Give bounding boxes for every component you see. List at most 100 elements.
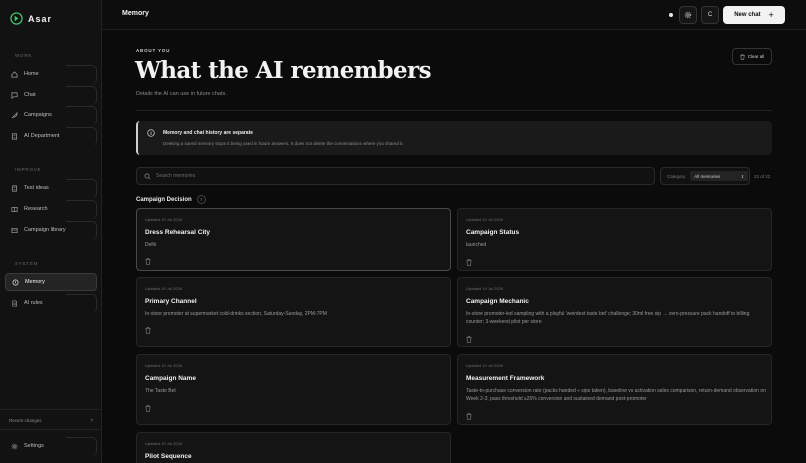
sidebar-item-label: Campaign library <box>24 227 66 233</box>
notice-title: Memory and chat history are separate <box>163 130 254 136</box>
main-content: ABOUT YOU What the AI remembers Details … <box>102 30 806 463</box>
gear-icon <box>684 11 692 19</box>
memory-card[interactable]: Updated 19 Jul 2026 Campaign Mechanic In… <box>457 277 772 347</box>
sidebar-item-research[interactable]: Research <box>5 200 97 219</box>
sidebar-item-label: Research <box>24 206 48 212</box>
card-title: Primary Channel <box>145 298 197 305</box>
sidebar-item-label: AI Department <box>24 133 60 139</box>
search-input[interactable] <box>156 173 636 179</box>
sidebar-item-memory[interactable]: Memory <box>5 273 97 291</box>
sidebar-item-label: Test ideas <box>24 185 49 191</box>
card-value: Taste-to-purchase conversion rate (packs… <box>466 388 766 402</box>
group-title: Campaign Decision <box>136 196 192 203</box>
card-title: Campaign Name <box>145 375 196 382</box>
eyebrow: ABOUT YOU <box>136 48 171 53</box>
card-value: The Taste Bet <box>145 388 176 394</box>
clear-all-button[interactable]: Clear all <box>732 48 772 65</box>
group-header: Campaign Decision 7 <box>136 195 206 204</box>
trash-icon[interactable] <box>145 258 151 265</box>
sidebar-item-settings[interactable]: Settings <box>5 437 97 456</box>
brand-name: Asar <box>28 13 53 24</box>
category-filter[interactable]: Category All memories ⇕ <box>660 167 750 185</box>
sidebar-item-home[interactable]: Home <box>5 65 97 84</box>
new-chat-button[interactable]: New chat + <box>723 6 785 24</box>
recent-changes-count: 7 <box>90 418 93 423</box>
gear-icon <box>11 443 18 449</box>
category-label: Category <box>667 173 686 179</box>
rocket-icon <box>11 111 18 118</box>
flask-icon <box>11 185 18 191</box>
card-date: Updated 19 Jul 2026 <box>466 286 503 291</box>
result-count: 22 of 22 <box>754 174 771 179</box>
sidebar-item-ai-rules[interactable]: AI rules <box>5 294 97 313</box>
sidebar-divider <box>0 429 102 430</box>
memory-card[interactable]: Updated 19 Jul 2026 Primary Channel In-s… <box>136 277 451 347</box>
top-bar: Memory C New chat + <box>102 0 806 30</box>
card-value: launched <box>466 242 487 248</box>
card-title: Campaign Status <box>466 229 520 236</box>
search-icon <box>144 173 151 179</box>
profile-initial: C <box>707 12 713 18</box>
page-title: What the AI remembers <box>135 57 432 84</box>
recent-changes-label: Recent changes <box>9 418 42 423</box>
trash-icon[interactable] <box>466 259 472 266</box>
recent-changes[interactable]: Recent changes 7 <box>9 418 93 423</box>
brand[interactable]: Asar <box>10 12 52 25</box>
card-date: Updated 19 Jul 2026 <box>145 286 182 291</box>
plus-icon: + <box>768 10 774 20</box>
category-select[interactable]: All memories ⇕ <box>690 171 749 181</box>
home-icon <box>11 70 18 77</box>
trash-icon[interactable] <box>466 336 472 343</box>
sidebar-divider <box>0 409 102 410</box>
chevron-updown-icon: ⇕ <box>740 173 745 179</box>
trash-icon[interactable] <box>145 405 151 412</box>
memory-card[interactable]: Updated 19 Jul 2026 Dress Rehearsal City… <box>136 208 451 271</box>
memory-card[interactable]: Updated 19 Jul 2026 Pilot Sequence <box>136 432 451 463</box>
sidebar-item-campaign-library[interactable]: Campaign library <box>5 221 97 240</box>
memory-card[interactable]: Updated 19 Jul 2026 Measurement Framewor… <box>457 354 772 425</box>
sidebar-item-label: AI rules <box>24 300 43 306</box>
settings-button[interactable] <box>679 6 697 24</box>
clear-all-label: Clear all <box>747 54 765 59</box>
section-label-work: WORK <box>15 53 33 58</box>
sidebar-item-ai-department[interactable]: AI Department <box>5 127 97 146</box>
card-date: Updated 19 Jul 2026 <box>145 363 182 368</box>
sidebar-item-label: Campaigns <box>24 112 52 118</box>
sidebar-item-label: Settings <box>24 443 44 449</box>
sidebar: Asar WORK Home Chat Campaigns AI Departm… <box>0 0 102 463</box>
card-value: Delhi <box>145 242 157 248</box>
sidebar-item-label: Home <box>24 71 39 77</box>
profile-button[interactable]: C <box>701 6 719 24</box>
page-name: Memory <box>122 10 149 17</box>
category-selected: All memories <box>694 173 721 179</box>
card-title: Campaign Mechanic <box>466 298 529 305</box>
group-count-badge: 7 <box>196 195 206 204</box>
card-value: In-store promoter at supermarket cold-dr… <box>145 311 327 317</box>
sidebar-item-chat[interactable]: Chat <box>5 86 97 105</box>
card-date: Updated 19 Jul 2026 <box>466 363 503 368</box>
divider <box>136 110 772 111</box>
book-icon <box>11 206 18 212</box>
section-label-improve: IMPROVE <box>15 167 42 172</box>
page-subtitle: Details the AI can use in future chats. <box>136 91 227 97</box>
trash-icon <box>740 53 745 60</box>
chat-icon <box>11 92 18 99</box>
sidebar-item-label: Memory <box>25 279 45 285</box>
memory-card[interactable]: Updated 19 Jul 2026 Campaign Name The Ta… <box>136 354 451 425</box>
search-box[interactable] <box>136 167 655 185</box>
info-notice: Memory and chat history are separate Del… <box>136 121 772 155</box>
notice-text: Deleting a saved memory stops it being u… <box>163 141 404 146</box>
sidebar-item-campaigns[interactable]: Campaigns <box>5 106 97 125</box>
card-value: In-store promoter-led sampling with a pl… <box>466 311 750 325</box>
section-label-system: SYSTEM <box>15 261 39 266</box>
memory-card[interactable]: Updated 19 Jul 2026 Campaign Status laun… <box>457 208 772 271</box>
rules-icon <box>12 300 17 306</box>
sidebar-item-test-ideas[interactable]: Test ideas <box>5 179 97 198</box>
trash-icon[interactable] <box>466 413 472 420</box>
trash-icon[interactable] <box>145 327 151 334</box>
memory-icon <box>12 279 19 285</box>
sidebar-item-label: Chat <box>24 92 36 98</box>
library-icon <box>11 227 18 233</box>
card-date: Updated 19 Jul 2026 <box>145 217 182 222</box>
info-icon <box>147 129 155 137</box>
